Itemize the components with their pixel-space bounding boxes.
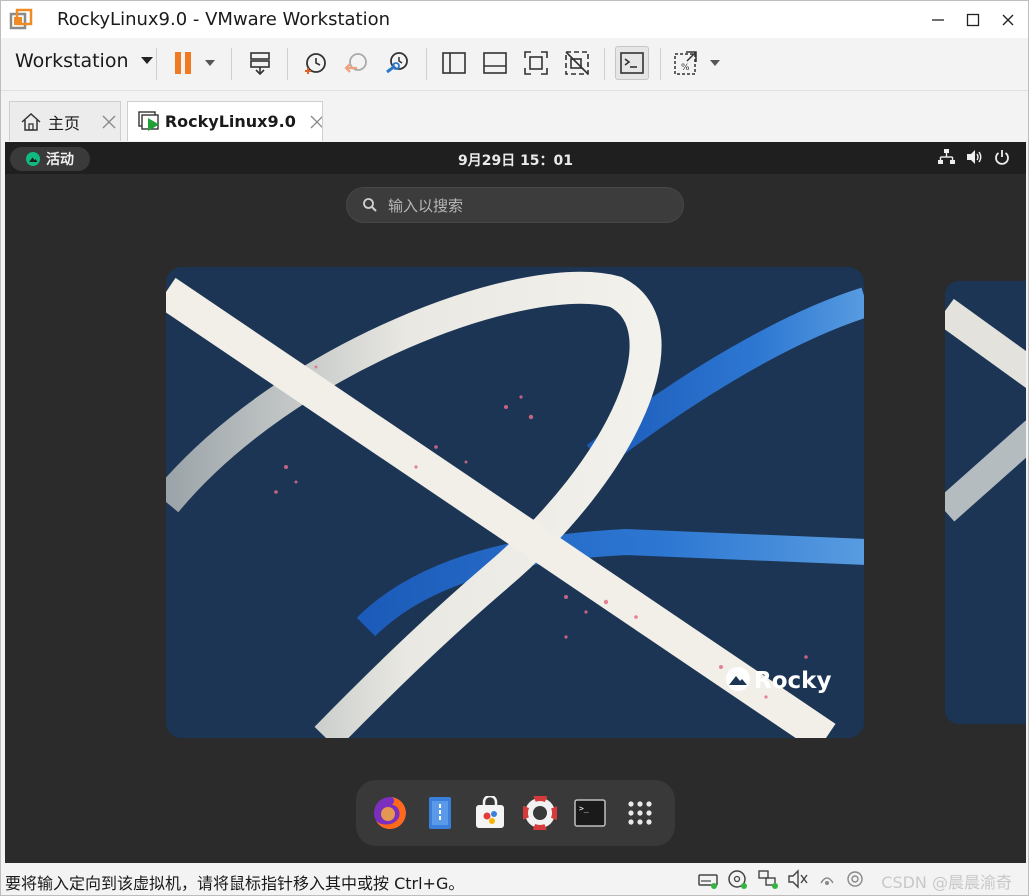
send-keys-icon bbox=[250, 52, 270, 76]
snapshot-clock-icon bbox=[305, 53, 326, 74]
usb-controller-icon[interactable] bbox=[817, 869, 837, 889]
dock-text-editor[interactable] bbox=[420, 793, 460, 833]
dock-show-apps[interactable] bbox=[620, 793, 660, 833]
cd-dvd-icon[interactable] bbox=[727, 869, 749, 889]
power-icon bbox=[995, 150, 1009, 165]
pause-button[interactable] bbox=[167, 46, 221, 80]
toolbar-separator bbox=[231, 48, 232, 80]
vmware-window: RockyLinux9.0 - VMware Workstation Works… bbox=[0, 0, 1029, 896]
title-bar: RockyLinux9.0 - VMware Workstation bbox=[1, 1, 1028, 38]
volume-icon bbox=[967, 150, 982, 164]
workspace-thumbnail-next[interactable] bbox=[945, 281, 1026, 724]
device-status-icons bbox=[697, 869, 865, 889]
terminal-icon: >_ bbox=[574, 799, 606, 827]
toolbar-separator bbox=[156, 48, 157, 80]
toolbar-separator bbox=[287, 48, 288, 80]
csdn-watermark: CSDN @晨晨渝奇 bbox=[881, 873, 1012, 892]
firefox-icon bbox=[374, 797, 406, 829]
tab-rockylinux[interactable]: RockyLinux9.0 bbox=[127, 101, 323, 141]
network-icon bbox=[938, 149, 955, 164]
printer-status-icon[interactable] bbox=[845, 869, 865, 889]
status-bar: 要将输入定向到该虚拟机，请将鼠标指针移入其中或按 Ctrl+G。 CSDN @晨… bbox=[1, 863, 1028, 895]
toolbar-separator bbox=[604, 48, 605, 80]
sound-card-icon[interactable] bbox=[787, 869, 809, 889]
send-ctrl-alt-del-button[interactable] bbox=[243, 46, 277, 80]
svg-text:%: % bbox=[681, 63, 690, 73]
window-title: RockyLinux9.0 - VMware Workstation bbox=[57, 9, 391, 30]
text-editor-icon bbox=[429, 797, 451, 829]
workstation-menu-label: Workstation bbox=[15, 50, 129, 72]
rocky-wordmark-text: Rocky bbox=[754, 668, 831, 694]
full-screen-icon bbox=[524, 51, 548, 75]
rocky-wallpaper-next bbox=[945, 281, 1026, 724]
library-pane-icon bbox=[442, 52, 466, 74]
app-grid-icon bbox=[628, 801, 652, 825]
search-placeholder: 输入以搜索 bbox=[388, 196, 464, 215]
tab-close-icon[interactable] bbox=[310, 115, 322, 129]
dock-software[interactable] bbox=[470, 793, 510, 833]
svg-text:>_: >_ bbox=[579, 804, 589, 813]
show-library-button[interactable] bbox=[437, 46, 471, 80]
vm-console[interactable]: 活动 9月29日 15：01 输入以搜索 Rocky >_ bbox=[5, 142, 1026, 863]
search-icon bbox=[363, 198, 377, 212]
show-thumbnail-bar-button[interactable] bbox=[478, 46, 512, 80]
pause-icon bbox=[175, 52, 215, 74]
workspace-thumbnail[interactable]: Rocky bbox=[166, 267, 864, 738]
minimize-icon bbox=[932, 18, 944, 21]
maximize-icon bbox=[966, 13, 980, 26]
network-adapter-icon[interactable] bbox=[757, 869, 779, 889]
toolbar-separator bbox=[426, 48, 427, 80]
vmware-app-icon bbox=[9, 8, 33, 30]
gnome-top-bar: 活动 9月29日 15：01 bbox=[5, 142, 1026, 174]
tab-rockylinux-label: RockyLinux9.0 bbox=[164, 112, 296, 131]
rocky-wordmark-logo: Rocky bbox=[726, 667, 831, 694]
dock-terminal[interactable]: >_ bbox=[570, 793, 610, 833]
close-icon bbox=[1002, 14, 1014, 25]
take-snapshot-button[interactable] bbox=[298, 46, 332, 80]
unity-mode-icon bbox=[565, 51, 589, 75]
dock-help[interactable] bbox=[520, 793, 560, 833]
dock-firefox[interactable] bbox=[370, 793, 410, 833]
tab-bar: 主页 RockyLinux9.0 bbox=[1, 91, 1028, 142]
status-hint: 要将输入定向到该虚拟机，请将鼠标指针移入其中或按 Ctrl+G。 bbox=[5, 874, 465, 893]
revert-snapshot-icon bbox=[344, 53, 367, 73]
minimize-button[interactable] bbox=[921, 1, 955, 38]
full-screen-button[interactable] bbox=[519, 46, 553, 80]
maximize-button[interactable] bbox=[956, 1, 990, 38]
stretch-guest-icon: % bbox=[674, 51, 720, 75]
toolbar: Workstation % bbox=[1, 38, 1028, 91]
snapshot-manager-button[interactable] bbox=[380, 46, 414, 80]
home-icon bbox=[21, 112, 41, 131]
dash-dock: >_ bbox=[356, 780, 675, 846]
system-tray[interactable] bbox=[938, 149, 1010, 165]
workstation-menu[interactable]: Workstation bbox=[15, 50, 153, 72]
console-view-button[interactable] bbox=[615, 46, 649, 80]
tab-home-label: 主页 bbox=[48, 113, 81, 133]
hard-disk-icon[interactable] bbox=[697, 869, 719, 889]
vm-running-icon bbox=[138, 110, 159, 131]
tab-close-icon[interactable] bbox=[102, 115, 116, 129]
software-bag-icon bbox=[476, 796, 504, 828]
terminal-prompt-icon bbox=[620, 52, 644, 74]
thumbnail-bar-icon bbox=[483, 52, 507, 74]
close-button[interactable] bbox=[991, 1, 1025, 38]
overview-search-field[interactable]: 输入以搜索 bbox=[346, 187, 684, 223]
rocky-wallpaper: Rocky bbox=[166, 267, 864, 738]
snapshot-manager-icon bbox=[386, 52, 408, 74]
help-lifebuoy-icon bbox=[523, 796, 557, 830]
unity-mode-button[interactable] bbox=[560, 46, 594, 80]
stretch-guest-button[interactable]: % bbox=[671, 46, 727, 80]
caret-down-icon bbox=[140, 57, 153, 64]
clock[interactable]: 9月29日 15：01 bbox=[5, 150, 1026, 170]
revert-snapshot-button[interactable] bbox=[339, 46, 373, 80]
toolbar-separator bbox=[660, 48, 661, 80]
tab-home[interactable]: 主页 bbox=[9, 101, 121, 141]
